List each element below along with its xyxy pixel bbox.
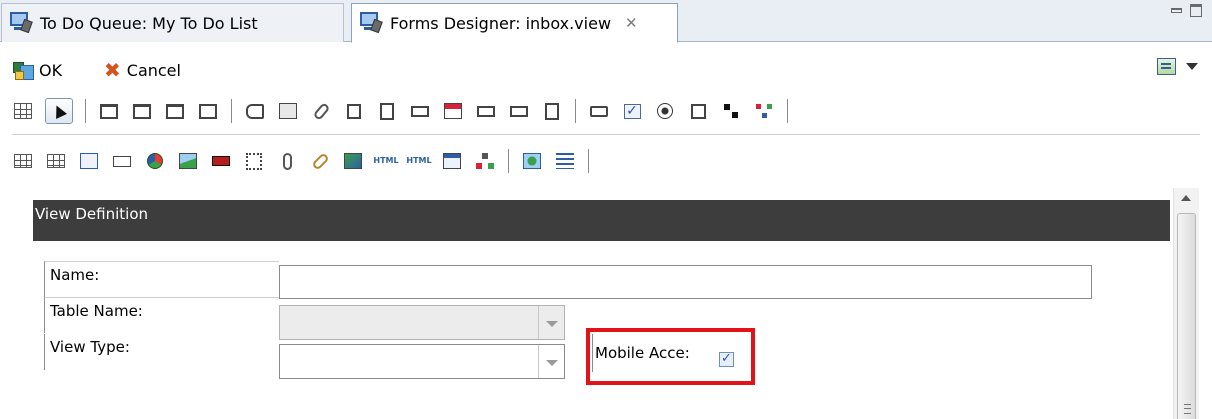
tab-label: Forms Designer: inbox.view (390, 13, 612, 33)
report-icon[interactable] (342, 150, 364, 172)
text-icon[interactable] (277, 100, 299, 122)
spinner-icon[interactable] (508, 100, 530, 122)
tab-todo-queue[interactable]: To Do Queue: My To Do List (1, 3, 344, 42)
signature-icon[interactable] (210, 150, 232, 172)
list-box-icon[interactable] (376, 100, 398, 122)
toolbar-separator (85, 99, 86, 123)
tree-icon[interactable] (720, 100, 742, 122)
panel-icon[interactable] (98, 100, 120, 122)
calendar-icon[interactable] (442, 100, 464, 122)
toolbar-separator (575, 99, 576, 123)
tab-label: To Do Queue: My To Do List (40, 13, 258, 33)
toolbar-separator (787, 99, 788, 123)
combo-box-icon[interactable] (475, 100, 497, 122)
dotted-frame-icon[interactable] (243, 150, 265, 172)
close-icon[interactable]: ✕ (625, 14, 638, 32)
form-canvas: View Definition Name: Table Name: View T… (22, 188, 1170, 419)
money-icon[interactable] (111, 150, 133, 172)
view-layout-icon[interactable] (1157, 58, 1176, 75)
scroll-up-icon[interactable] (1181, 195, 1191, 201)
script-icon[interactable] (310, 100, 332, 122)
label-icon[interactable] (244, 100, 266, 122)
html-view-icon[interactable]: HTML (406, 150, 431, 172)
lines-icon[interactable] (554, 150, 576, 172)
hierarchy-icon[interactable] (474, 150, 496, 172)
column-icon[interactable] (45, 150, 67, 172)
toolbar-separator (231, 99, 232, 123)
app-window-icon (10, 12, 33, 34)
org-chart-icon[interactable] (753, 100, 775, 122)
button-icon[interactable] (588, 100, 610, 122)
app-window-icon (360, 12, 383, 34)
name-input[interactable] (279, 265, 1092, 299)
frame-icon[interactable] (164, 100, 186, 122)
tab-panel-icon[interactable] (131, 100, 153, 122)
palette-row-controls: ✓ (12, 96, 800, 126)
link-icon[interactable] (309, 150, 331, 172)
tab-forms-designer[interactable]: Forms Designer: inbox.view ✕ (351, 3, 678, 43)
palette-row-widgets: HTML HTML (12, 146, 601, 176)
grip-icon (1184, 404, 1191, 414)
form-field-icon[interactable] (687, 100, 709, 122)
text-input-icon[interactable] (343, 100, 365, 122)
view-type-select[interactable] (279, 344, 565, 379)
name-label-text: Name: (50, 266, 100, 284)
ok-icon (13, 60, 34, 80)
chevron-down-icon[interactable] (538, 345, 564, 378)
dropdown-icon[interactable] (409, 100, 431, 122)
cancel-button[interactable]: ✖ Cancel (104, 60, 181, 80)
view-type-label-text: View Type: (50, 338, 130, 356)
name-label: Name: (44, 261, 279, 297)
attachment-icon[interactable] (276, 150, 298, 172)
highlight-box (586, 328, 755, 385)
chevron-down-icon[interactable] (538, 306, 564, 339)
view-menu[interactable] (1157, 58, 1198, 75)
web-icon[interactable] (521, 150, 543, 172)
window-controls (1171, 4, 1202, 17)
minimize-button[interactable] (1171, 8, 1182, 13)
action-toolbar: OK ✖ Cancel (0, 56, 1212, 86)
checkbox-icon[interactable]: ✓ (621, 100, 643, 122)
box-icon[interactable] (197, 100, 219, 122)
ok-label: OK (39, 60, 63, 80)
color-icon[interactable] (144, 150, 166, 172)
cancel-label: Cancel (126, 60, 181, 80)
maximize-button[interactable] (1190, 4, 1202, 17)
scroll-icon[interactable] (541, 100, 563, 122)
timer-icon[interactable] (78, 150, 100, 172)
table-name-label: Table Name: (44, 297, 279, 333)
section-header: View Definition (33, 200, 1170, 241)
chevron-down-icon[interactable] (1186, 63, 1198, 70)
html-editor-icon[interactable]: HTML (373, 150, 398, 172)
editor-tab-bar: To Do Queue: My To Do List Forms Designe… (0, 0, 1212, 43)
view-type-label: View Type: (44, 334, 279, 370)
grid-icon[interactable] (12, 100, 34, 122)
cancel-icon: ✖ (104, 58, 121, 82)
table-name-label-text: Table Name: (50, 302, 143, 320)
toolbar-separator (588, 149, 589, 173)
ok-button[interactable]: OK (13, 60, 62, 80)
pointer-icon[interactable] (45, 98, 73, 124)
toolbar-divider (12, 134, 1200, 135)
scroll-thumb[interactable] (1177, 213, 1196, 419)
toolbar-separator (508, 149, 509, 173)
table-name-select[interactable] (279, 305, 565, 340)
image-icon[interactable] (177, 150, 199, 172)
data-view-icon[interactable] (441, 150, 463, 172)
table-icon[interactable] (12, 150, 34, 172)
radio-button-icon[interactable] (654, 100, 676, 122)
vertical-scrollbar[interactable] (1173, 188, 1199, 419)
